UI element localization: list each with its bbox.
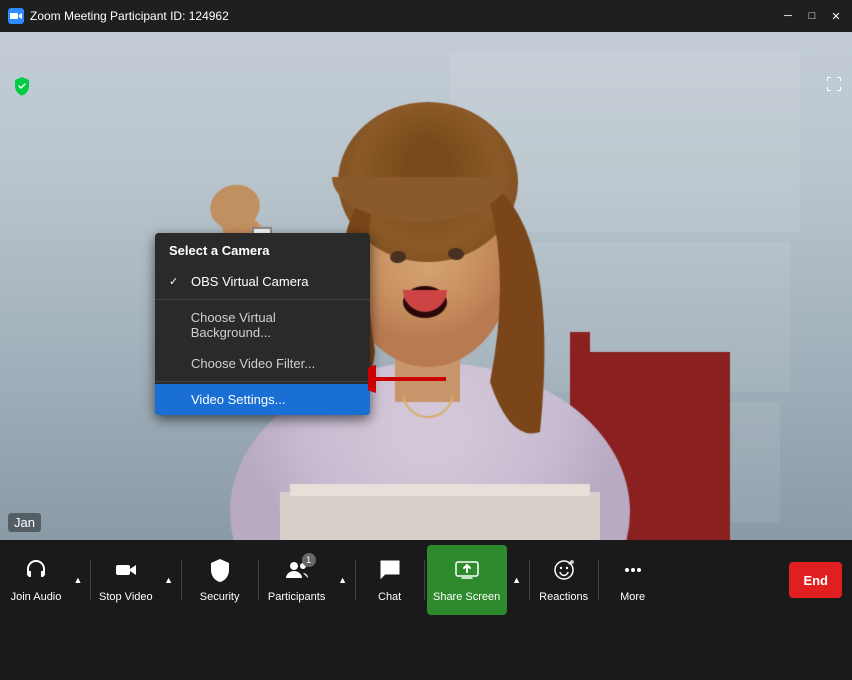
toolbar: Join Audio ▲ Stop Video ▲ Security: [0, 540, 852, 620]
reactions-button[interactable]: Reactions: [532, 545, 596, 615]
menu-item-video-settings-label: Video Settings...: [191, 392, 285, 407]
menu-divider-2: [155, 381, 370, 382]
minimize-button[interactable]: ─: [780, 8, 796, 24]
security-shield-icon: [207, 557, 233, 587]
share-screen-label: Share Screen: [433, 591, 500, 603]
join-audio-button[interactable]: Join Audio: [4, 545, 68, 615]
chat-button[interactable]: Chat: [358, 545, 422, 615]
security-button[interactable]: Security: [184, 545, 256, 615]
share-screen-caret[interactable]: ▲: [507, 545, 527, 615]
red-arrow-indicator: [368, 365, 448, 393]
title-bar: Zoom Meeting Participant ID: 124962 ─ □ …: [0, 0, 852, 32]
menu-item-video-settings[interactable]: Video Settings...: [155, 384, 370, 415]
separator-2: [181, 560, 182, 600]
more-icon: [620, 557, 646, 587]
chat-icon: [377, 557, 403, 587]
camera-context-menu: Select a Camera ✓ OBS Virtual Camera Cho…: [155, 233, 370, 415]
more-button[interactable]: More: [601, 545, 665, 615]
participants-button[interactable]: 1 Participants: [261, 545, 333, 615]
maximize-button[interactable]: □: [804, 8, 820, 24]
menu-item-virtual-bg[interactable]: Choose Virtual Background...: [155, 302, 370, 348]
join-audio-label: Join Audio: [11, 591, 62, 603]
participant-name: Jan: [8, 513, 41, 532]
separator-5: [424, 560, 425, 600]
end-button[interactable]: End: [789, 562, 842, 598]
stop-video-caret[interactable]: ▲: [159, 545, 179, 615]
security-label: Security: [200, 591, 240, 603]
join-audio-caret[interactable]: ▲: [68, 545, 88, 615]
stop-video-label: Stop Video: [99, 591, 153, 603]
reactions-label: Reactions: [539, 591, 588, 603]
menu-divider-1: [155, 299, 370, 300]
camera-icon: [113, 557, 139, 587]
window-title: Zoom Meeting Participant ID: 124962: [30, 9, 780, 23]
separator-1: [90, 560, 91, 600]
separator-6: [529, 560, 530, 600]
menu-item-virtual-bg-label: Choose Virtual Background...: [191, 310, 356, 340]
share-screen-button[interactable]: Share Screen: [427, 545, 507, 615]
more-label: More: [620, 591, 645, 603]
participants-caret[interactable]: ▲: [333, 545, 353, 615]
zoom-logo: [8, 8, 24, 24]
separator-4: [355, 560, 356, 600]
stop-video-button[interactable]: Stop Video: [93, 545, 159, 615]
video-canvas: [0, 32, 852, 540]
menu-item-obs-label: OBS Virtual Camera: [191, 274, 309, 289]
headphone-icon: [23, 557, 49, 587]
participants-count: 1: [302, 553, 316, 567]
participants-label: Participants: [268, 591, 325, 603]
menu-item-video-filter-label: Choose Video Filter...: [191, 356, 315, 371]
shield-badge: [12, 76, 32, 101]
chat-label: Chat: [378, 591, 401, 603]
reactions-icon: [551, 557, 577, 587]
share-screen-icon: [454, 557, 480, 587]
checkmark-icon: ✓: [169, 275, 183, 288]
video-area: Jan Select a Camera ✓ OBS Virtual Camera…: [0, 32, 852, 540]
fullscreen-button[interactable]: [826, 76, 842, 97]
separator-7: [598, 560, 599, 600]
window-controls: ─ □ ✕: [780, 8, 844, 24]
close-button[interactable]: ✕: [828, 8, 844, 24]
separator-3: [258, 560, 259, 600]
menu-item-video-filter[interactable]: Choose Video Filter...: [155, 348, 370, 379]
context-menu-title: Select a Camera: [155, 233, 370, 266]
participants-icon: 1: [284, 557, 310, 587]
menu-item-obs-virtual[interactable]: ✓ OBS Virtual Camera: [155, 266, 370, 297]
